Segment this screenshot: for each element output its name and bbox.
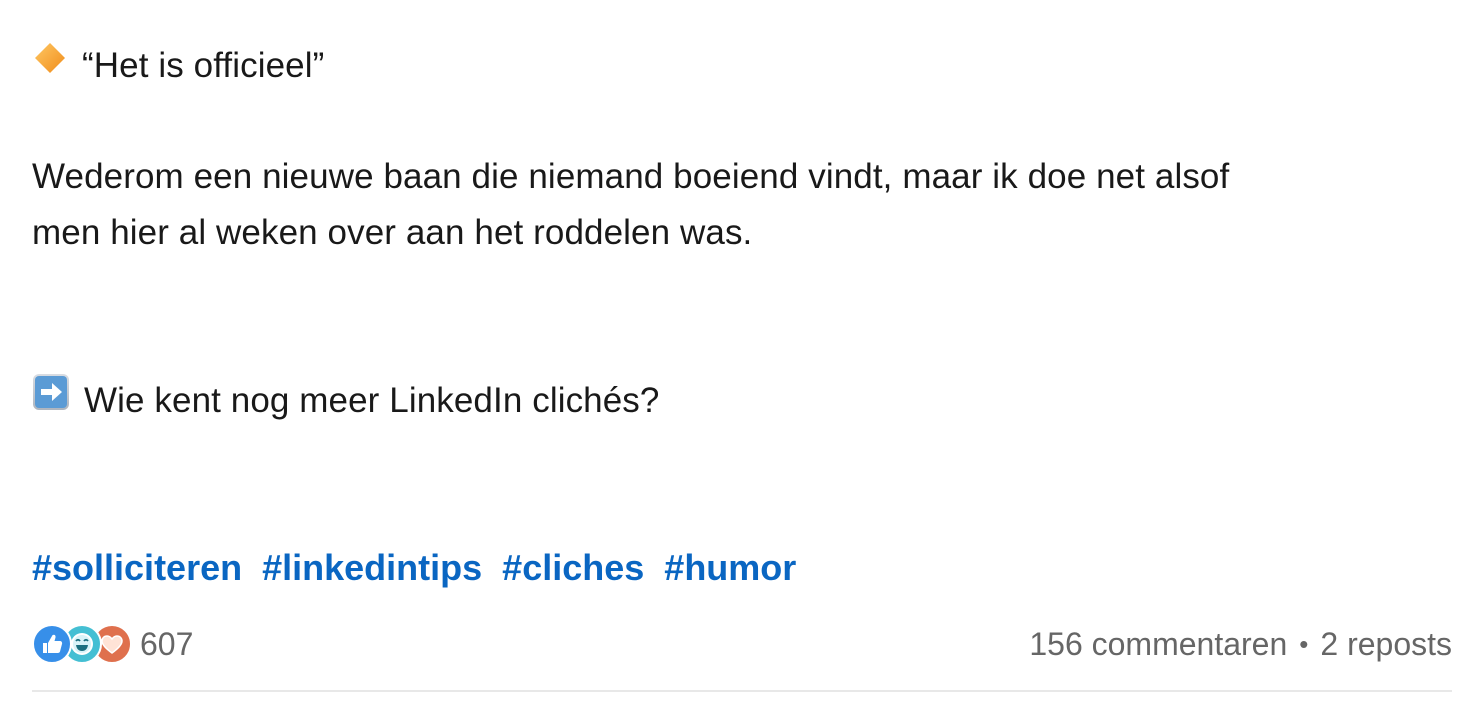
- orange-diamond-icon: [32, 37, 68, 93]
- reaction-count: 607: [140, 625, 194, 662]
- post-line-1: “Het is officieel”: [32, 38, 324, 96]
- hashtag-list: #solliciteren #linkedintips #cliches #hu…: [32, 540, 796, 596]
- divider: [32, 690, 1452, 692]
- reposts-count-link[interactable]: 2 reposts: [1320, 626, 1452, 663]
- like-icon: [32, 624, 72, 664]
- post-line-3: men hier al weken over aan het roddelen …: [32, 213, 753, 252]
- hashtag-link[interactable]: #humor: [664, 547, 796, 588]
- engagement-meta: 156 commentaren • 2 reposts: [1029, 622, 1452, 666]
- hashtag-link[interactable]: #solliciteren: [32, 547, 242, 588]
- post-line-1-text: “Het is officieel”: [82, 46, 325, 85]
- reactions-summary[interactable]: 607: [32, 622, 193, 666]
- post-line-4: Wie kent nog meer LinkedIn clichés?: [32, 373, 659, 431]
- meta-separator: •: [1299, 628, 1309, 659]
- comments-count-link[interactable]: 156 commentaren: [1029, 626, 1287, 663]
- hashtag-link[interactable]: #linkedintips: [262, 547, 482, 588]
- post-line-2: Wederom een nieuwe baan die niemand boei…: [32, 157, 1230, 196]
- post-content: “Het is officieel” Wederom een nieuwe ba…: [32, 0, 1452, 728]
- hashtag-link[interactable]: #cliches: [502, 547, 644, 588]
- right-arrow-icon: [32, 372, 70, 428]
- post-line-4-text: Wie kent nog meer LinkedIn clichés?: [84, 381, 660, 420]
- social-counts-bar: 607 156 commentaren • 2 reposts: [32, 616, 1452, 672]
